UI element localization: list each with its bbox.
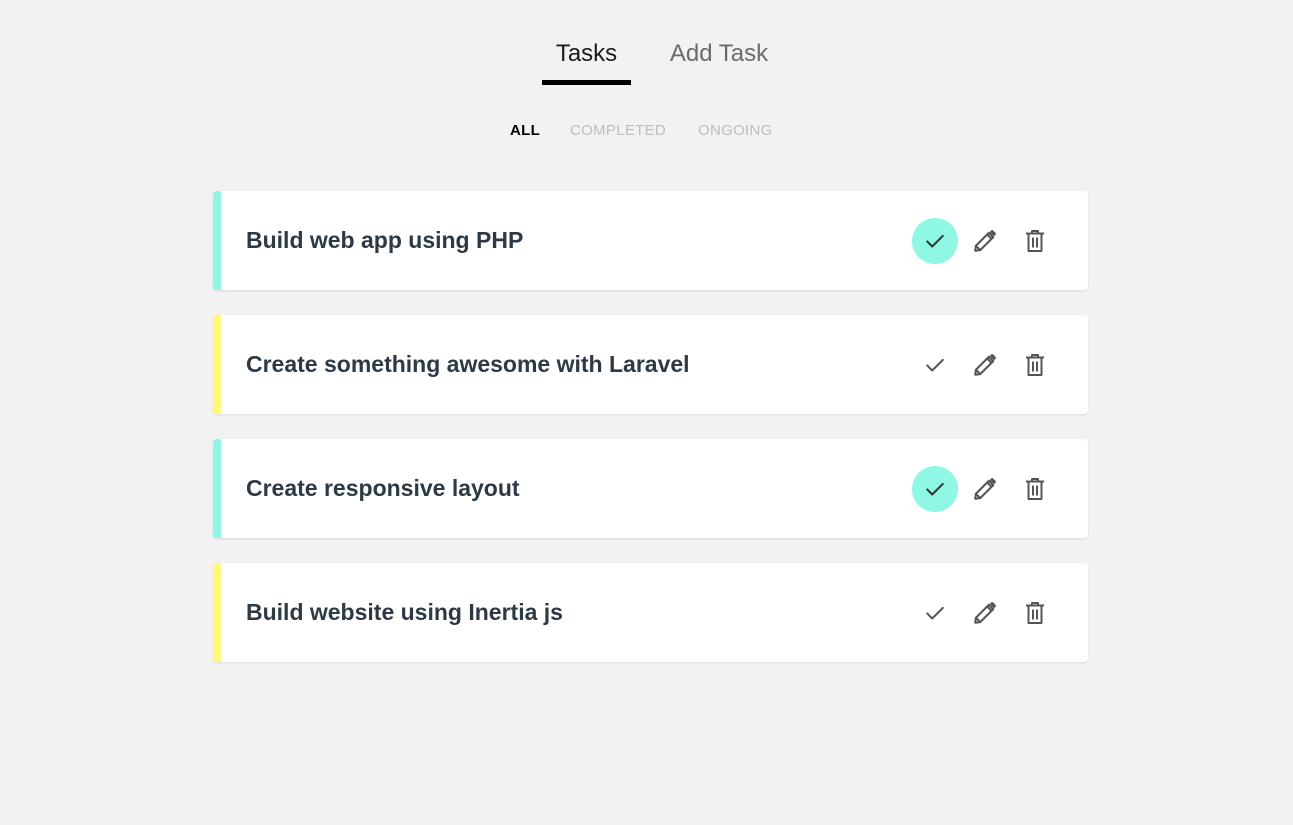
check-icon <box>926 358 944 372</box>
task-app: Tasks Add Task ALL COMPLETED ONGOING Bui… <box>0 0 1293 825</box>
active-tab-indicator <box>542 80 631 85</box>
task-title: Build web app using PHP <box>246 227 524 253</box>
check-icon <box>926 606 944 620</box>
complete-task-button[interactable] <box>912 465 958 512</box>
task-card: Create something awesome with Laravel <box>213 315 1088 414</box>
complete-task-button[interactable] <box>912 342 958 388</box>
main-tabs: Tasks Add Task <box>0 36 1293 86</box>
task-filters: ALL COMPLETED ONGOING <box>0 121 1293 141</box>
check-icon <box>926 234 944 248</box>
pencil-icon <box>974 477 997 500</box>
task-actions <box>908 439 1058 538</box>
trash-icon <box>1026 353 1044 376</box>
task-card: Create responsive layout <box>213 439 1088 538</box>
delete-task-button[interactable] <box>1012 218 1058 264</box>
filter-ongoing[interactable]: ONGOING <box>698 121 773 141</box>
task-actions <box>908 315 1058 414</box>
task-actions <box>908 191 1058 290</box>
task-list: Build web app using PHP Create something… <box>213 191 1088 687</box>
task-title: Create responsive layout <box>246 475 520 501</box>
edit-task-button[interactable] <box>962 342 1008 388</box>
filter-completed[interactable]: COMPLETED <box>570 121 666 141</box>
pencil-icon <box>974 353 997 376</box>
task-title: Create something awesome with Laravel <box>246 351 690 377</box>
tab-tasks[interactable]: Tasks <box>542 36 631 86</box>
complete-task-button[interactable] <box>912 590 958 636</box>
tab-add-task[interactable]: Add Task <box>660 36 778 86</box>
task-status-bar <box>213 563 221 662</box>
task-actions <box>908 563 1058 662</box>
task-title: Build website using Inertia js <box>246 599 563 625</box>
trash-icon <box>1026 477 1044 500</box>
delete-task-button[interactable] <box>1012 342 1058 388</box>
check-icon <box>926 482 944 496</box>
delete-task-button[interactable] <box>1012 590 1058 636</box>
edit-task-button[interactable] <box>962 218 1008 264</box>
delete-task-button[interactable] <box>1012 466 1058 512</box>
pencil-icon <box>974 229 997 252</box>
edit-task-button[interactable] <box>962 590 1008 636</box>
task-status-bar <box>213 439 221 538</box>
pencil-icon <box>974 601 997 624</box>
trash-icon <box>1026 229 1044 252</box>
task-status-bar <box>213 191 221 290</box>
task-card: Build web app using PHP <box>213 191 1088 290</box>
task-status-bar <box>213 315 221 414</box>
task-card: Build website using Inertia js <box>213 563 1088 662</box>
trash-icon <box>1026 601 1044 624</box>
edit-task-button[interactable] <box>962 466 1008 512</box>
filter-all[interactable]: ALL <box>510 121 540 141</box>
complete-task-button[interactable] <box>912 217 958 264</box>
